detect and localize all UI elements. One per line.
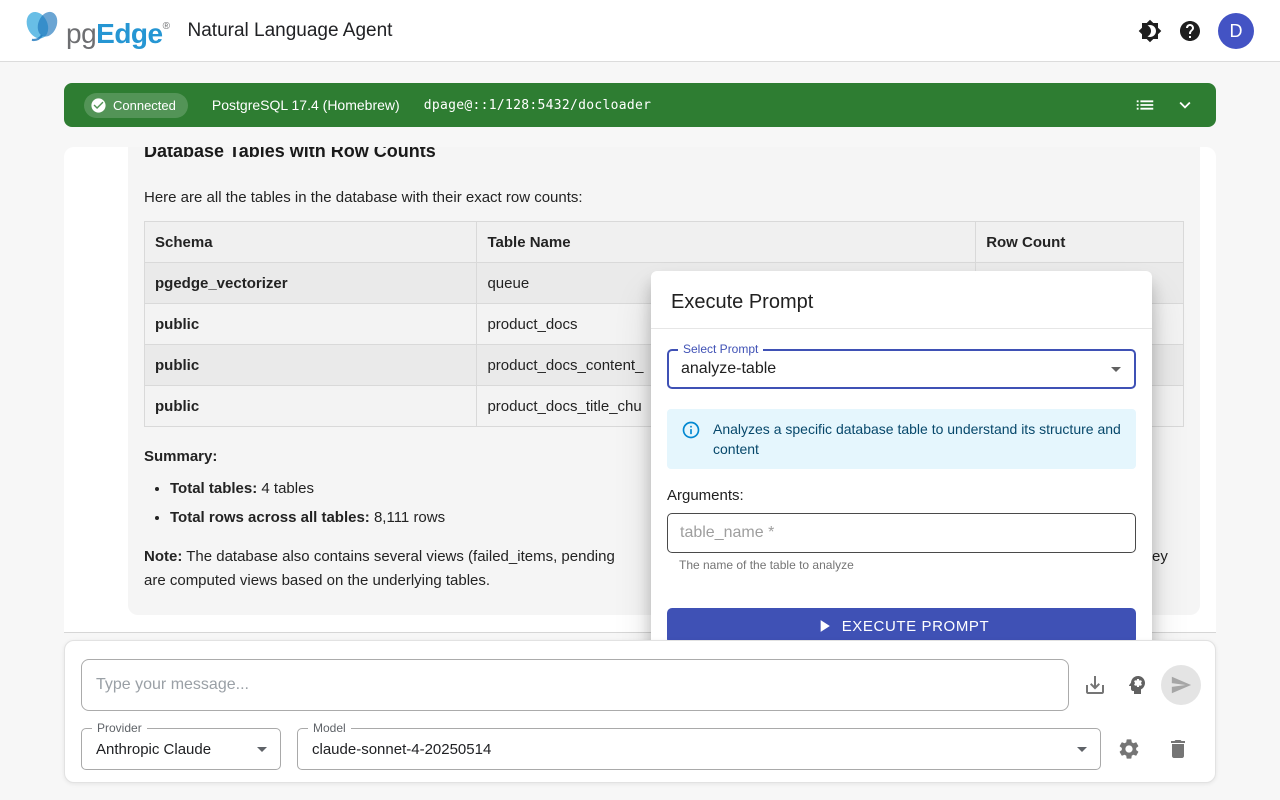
dropdown-arrow-icon xyxy=(1104,357,1128,381)
download-icon xyxy=(1083,673,1107,697)
settings-button[interactable] xyxy=(1113,733,1145,765)
note-text-fragment: ey xyxy=(1152,545,1168,569)
connection-bar: Connected PostgreSQL 17.4 (Homebrew) dpa… xyxy=(64,83,1216,127)
prompts-button[interactable] xyxy=(1121,669,1153,701)
cell-schema: public xyxy=(145,345,477,386)
table-name-helper-text: The name of the table to analyze xyxy=(679,558,1136,572)
model-value: claude-sonnet-4-20250514 xyxy=(298,741,491,758)
chevron-down-icon[interactable] xyxy=(1174,94,1196,116)
user-avatar[interactable]: D xyxy=(1218,13,1254,49)
connection-string: dpage@::1/128:5432/docloader xyxy=(424,98,652,113)
prompt-info-alert: Analyzes a specific database table to un… xyxy=(667,409,1136,469)
cell-schema: public xyxy=(145,304,477,345)
table-header-row: Schema Table Name Row Count xyxy=(145,222,1184,263)
gear-icon xyxy=(1117,737,1141,761)
table-name-input[interactable] xyxy=(668,514,1135,552)
pgedge-logo-icon xyxy=(20,5,64,49)
message-heading: Database Tables with Row Counts xyxy=(144,147,1184,163)
connected-status-label: Connected xyxy=(113,98,176,113)
dark-mode-icon xyxy=(1138,19,1162,43)
execute-prompt-dialog: Execute Prompt Select Prompt analyze-tab… xyxy=(651,271,1152,660)
download-button[interactable] xyxy=(1079,669,1111,701)
connected-status-badge: Connected xyxy=(84,93,188,118)
arguments-label: Arguments: xyxy=(667,487,1136,505)
provider-label: Provider xyxy=(92,721,147,735)
prompt-description: Analyzes a specific database table to un… xyxy=(713,419,1122,459)
chat-input-panel: Provider Anthropic Claude Model claude-s… xyxy=(64,640,1216,783)
execute-prompt-button[interactable]: EXECUTE PROMPT xyxy=(667,608,1136,644)
info-icon xyxy=(681,420,701,440)
message-field[interactable] xyxy=(81,659,1069,711)
send-icon xyxy=(1170,674,1192,696)
dropdown-arrow-icon xyxy=(1070,737,1094,761)
send-button[interactable] xyxy=(1161,665,1201,705)
connection-list-icon[interactable] xyxy=(1134,94,1156,116)
table-name-field[interactable] xyxy=(667,513,1136,553)
model-dropdown[interactable]: Model claude-sonnet-4-20250514 xyxy=(297,728,1101,770)
model-label: Model xyxy=(308,721,351,735)
message-intro: Here are all the tables in the database … xyxy=(144,187,1184,209)
message-input[interactable] xyxy=(82,660,1068,710)
app-header: pgEdge® Natural Language Agent D xyxy=(0,0,1280,62)
theme-toggle-button[interactable] xyxy=(1130,11,1170,51)
provider-value: Anthropic Claude xyxy=(82,741,211,758)
pgedge-logo-text: pgEdge® xyxy=(66,5,170,56)
cell-schema: public xyxy=(145,386,477,427)
select-prompt-dropdown[interactable]: Select Prompt analyze-table xyxy=(667,349,1136,389)
help-icon xyxy=(1178,19,1202,43)
dropdown-arrow-icon xyxy=(250,737,274,761)
trash-icon xyxy=(1166,737,1190,761)
clear-chat-button[interactable] xyxy=(1162,733,1194,765)
server-version-label: PostgreSQL 17.4 (Homebrew) xyxy=(212,97,400,113)
provider-dropdown[interactable]: Provider Anthropic Claude xyxy=(81,728,281,770)
psychology-icon xyxy=(1125,673,1149,697)
select-prompt-label: Select Prompt xyxy=(678,342,763,356)
select-prompt-value: analyze-table xyxy=(669,360,776,378)
column-header-schema: Schema xyxy=(145,222,477,263)
column-header-row-count: Row Count xyxy=(976,222,1184,263)
pgedge-logo: pgEdge® xyxy=(20,5,170,56)
check-circle-icon xyxy=(90,97,107,114)
column-header-table-name: Table Name xyxy=(477,222,976,263)
cell-schema: pgedge_vectorizer xyxy=(145,263,477,304)
page-title: Natural Language Agent xyxy=(188,20,393,42)
help-button[interactable] xyxy=(1170,11,1210,51)
play-arrow-icon xyxy=(814,616,834,636)
dialog-title: Execute Prompt xyxy=(651,271,1152,329)
